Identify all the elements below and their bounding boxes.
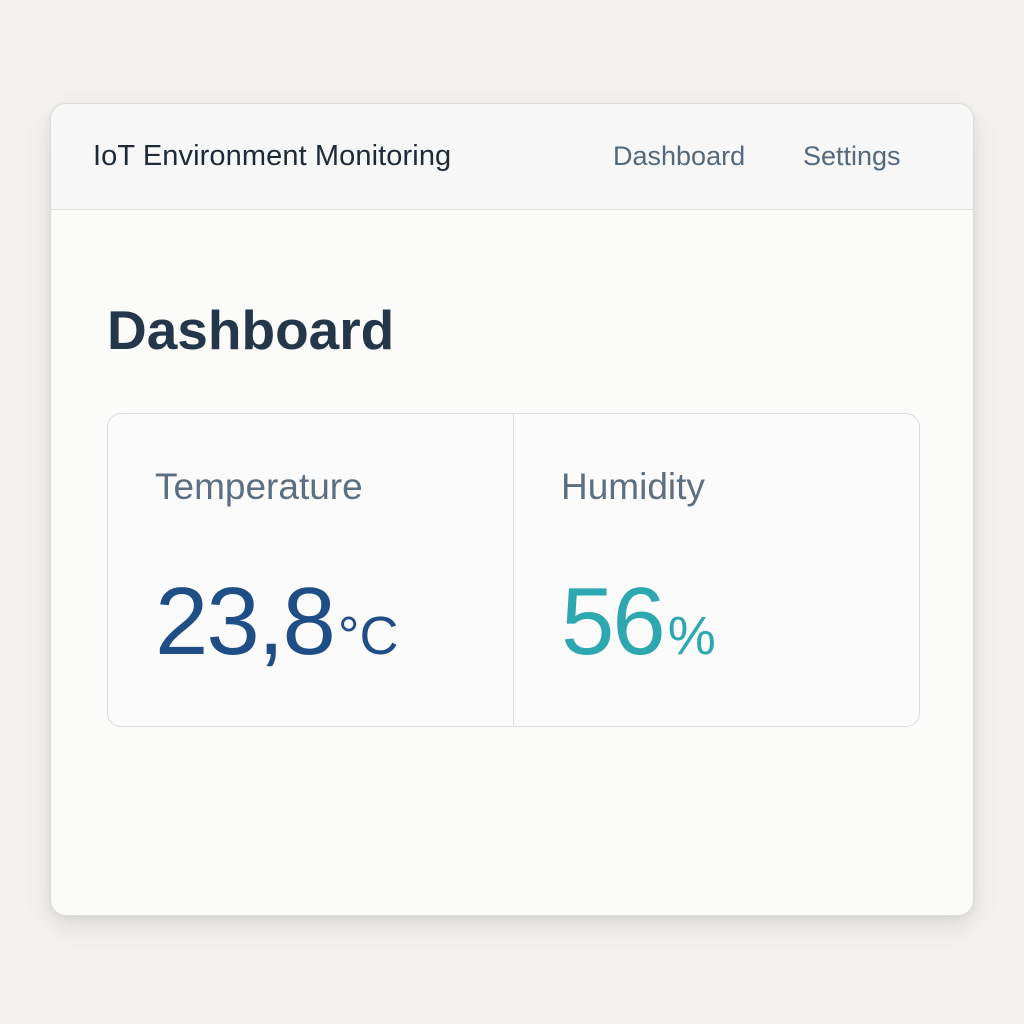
- metrics-panel: Temperature 23,8°C Humidity 56%: [107, 413, 920, 727]
- temperature-reading: 23,8°C: [155, 574, 398, 670]
- nav-link-dashboard[interactable]: Dashboard: [613, 141, 745, 172]
- nav-link-settings[interactable]: Settings: [803, 141, 901, 172]
- app-title: IoT Environment Monitoring: [93, 140, 452, 172]
- top-navigation-bar: IoT Environment Monitoring Dashboard Set…: [51, 104, 973, 210]
- humidity-label: Humidity: [561, 466, 705, 507]
- humidity-unit: %: [667, 606, 716, 666]
- temperature-label: Temperature: [155, 466, 363, 507]
- humidity-reading: 56%: [561, 574, 716, 670]
- temperature-value: 23,8: [155, 568, 336, 675]
- page-title: Dashboard: [107, 299, 395, 361]
- app-window: IoT Environment Monitoring Dashboard Set…: [50, 103, 974, 916]
- temperature-card: Temperature 23,8°C: [108, 414, 513, 726]
- humidity-card: Humidity 56%: [513, 414, 919, 726]
- temperature-unit: °C: [337, 606, 399, 666]
- humidity-value: 56: [561, 568, 666, 675]
